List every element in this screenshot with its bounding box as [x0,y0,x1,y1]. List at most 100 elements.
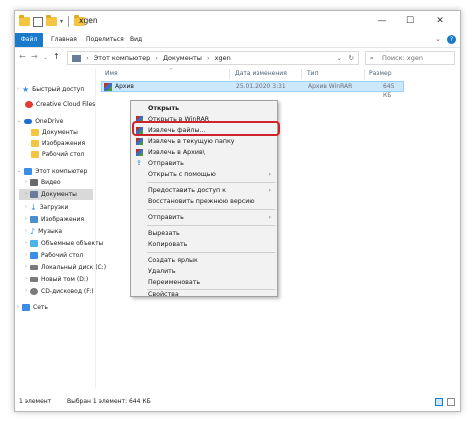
menu-item-properties[interactable]: Свойства [131,289,277,300]
chevron-right-icon[interactable]: › [25,189,27,200]
breadcrumb-documents[interactable]: Документы [163,54,202,62]
menu-separator [147,252,275,253]
breadcrumb-separator: › [86,54,89,62]
file-date: 25.01.2020 3:31 [236,83,286,90]
chevron-down-icon[interactable]: ⌄ [17,116,21,127]
forward-icon[interactable]: → [31,52,38,61]
large-icons-view-icon[interactable] [447,398,455,406]
computer-icon [24,168,33,175]
menu-item-create-shortcut[interactable]: Создать ярлык [131,255,277,266]
details-view-icon[interactable] [435,398,443,406]
recent-locations-icon[interactable]: ⌄ [43,54,48,61]
folder-icon [31,140,39,147]
close-button[interactable]: ✕ [429,11,451,31]
sidebar-item-creative-cloud[interactable]: Creative Cloud Files [25,99,95,110]
back-icon[interactable]: ← [19,52,26,61]
sidebar-item-drive-c[interactable]: › Локальный диск (C:) [25,262,106,273]
up-icon[interactable]: ↑ [53,52,60,61]
file-size: 645 КБ [383,83,395,99]
column-divider[interactable] [301,69,302,79]
sidebar-item-label: Creative Cloud Files [36,101,96,108]
menu-item-open[interactable]: Открыть [131,103,277,114]
sidebar-item-cd-drive[interactable]: › CD-дисковод (F:) [25,286,94,297]
minimize-button[interactable]: — [371,11,393,31]
refresh-icon[interactable]: ↻ [349,52,354,64]
sidebar-item-onedrive-documents[interactable]: Документы [31,127,78,138]
breadcrumb-this-pc[interactable]: Этот компьютер [94,54,150,62]
column-header-type[interactable]: Тип [307,67,319,80]
tab-home[interactable]: Главная [51,33,77,47]
address-bar[interactable]: › Этот компьютер › Документы › xgen ⌄ ↻ [67,51,359,65]
sidebar-item-label: Быстрый доступ [32,86,85,93]
sidebar-item-network[interactable]: › Сеть [17,302,48,313]
folder-icon [19,15,30,26]
menu-item-send-to[interactable]: Отправить › [131,212,277,223]
menu-item-grant-access[interactable]: Предоставить доступ к › [131,185,277,196]
breadcrumb-xgen[interactable]: xgen [215,54,231,62]
sidebar-item-label: Сеть [33,304,48,311]
submenu-arrow-icon: › [268,171,271,178]
sidebar-item-3d-objects[interactable]: › Объемные объекты [25,238,103,249]
file-row[interactable]: Архив 25.01.2020 3:31 Архив WinRAR 645 К… [101,81,404,99]
menu-item-restore-previous[interactable]: Восстановить прежнюю версию [131,196,277,207]
pane-divider[interactable] [95,69,96,389]
sidebar-item-this-pc[interactable]: ⌄ Этот компьютер [17,166,87,177]
sidebar-item-pictures[interactable]: › Изображения [25,214,84,225]
column-divider[interactable] [229,69,230,79]
chevron-right-icon[interactable]: › [17,84,19,95]
chevron-right-icon[interactable]: › [25,274,27,285]
column-divider[interactable] [364,69,365,79]
chevron-right-icon[interactable]: › [25,262,27,273]
tab-view[interactable]: Вид [130,33,142,47]
menu-item-open-with[interactable]: Открыть с помощью › [131,169,277,180]
column-header-date[interactable]: Дата изменения [235,67,287,80]
menu-item-rename[interactable]: Переименовать [131,277,277,288]
pictures-icon [30,216,38,223]
tab-file[interactable]: Файл [15,33,43,47]
sidebar-item-video[interactable]: › Видео [25,177,91,188]
chevron-right-icon[interactable]: › [25,226,27,237]
drive-icon [30,277,38,282]
sidebar-item-quick-access[interactable]: › ★ Быстрый доступ [17,84,84,95]
sidebar-item-desktop[interactable]: › Рабочий стол [25,250,83,261]
help-icon[interactable]: ? [447,35,456,44]
chevron-right-icon[interactable]: › [25,238,27,249]
sidebar-item-onedrive-pictures[interactable]: Изображения [31,138,85,149]
menu-item-extract-here[interactable]: Извлечь в текущую папку [131,136,277,147]
address-dropdown-icon[interactable]: ⌄ [337,52,342,64]
chevron-right-icon[interactable]: › [25,286,27,297]
tab-share[interactable]: Поделиться [86,33,124,47]
sidebar-item-onedrive-desktop[interactable]: Рабочий стол [31,149,84,160]
chevron-right-icon[interactable]: › [25,177,27,188]
new-folder-quick-icon[interactable] [46,15,57,26]
title-bar: ▾ xgen — ☐ ✕ [15,11,460,33]
sidebar-item-documents[interactable]: › Документы [19,189,93,200]
menu-item-cut[interactable]: Вырезать [131,228,277,239]
menu-item-copy[interactable]: Копировать [131,239,277,250]
share-icon: ⇪ [136,159,142,167]
chevron-right-icon[interactable]: › [25,202,27,213]
menu-item-delete[interactable]: Удалить [131,266,277,277]
breadcrumb-separator: › [155,54,158,62]
chevron-right-icon[interactable]: › [17,302,19,313]
sidebar-item-drive-d[interactable]: › Новый том (D:) [25,274,88,285]
chevron-down-icon[interactable]: ⌄ [17,166,21,177]
chevron-right-icon[interactable]: › [25,250,27,261]
column-header-size[interactable]: Размер [369,67,392,80]
sidebar-item-label: Новый том (D:) [41,276,89,283]
sidebar-item-music[interactable]: › ♪ Музыка [25,226,62,237]
sidebar-item-label: Загрузки [39,204,69,211]
search-input[interactable]: ⌕ Поиск: xgen [365,51,455,65]
sidebar-item-onedrive[interactable]: ⌄ OneDrive [17,116,63,127]
sidebar-item-downloads[interactable]: › ↓ Загрузки [25,202,68,213]
navigation-bar: ← → ⌄ ↑ › Этот компьютер › Документы › x… [15,48,460,68]
expand-ribbon-icon[interactable]: ⌄ [435,35,441,43]
sidebar-item-label: Изображения [42,140,86,147]
menu-item-send[interactable]: ⇪ Отправить [131,158,277,169]
column-header-name[interactable]: Имя [105,67,118,80]
chevron-right-icon[interactable]: › [25,214,27,225]
maximize-button[interactable]: ☐ [399,11,421,31]
menu-item-extract-to-folder[interactable]: Извлечь в Архив\ [131,147,277,158]
customize-quick-access-icon[interactable]: ▾ [60,18,63,25]
properties-quick-icon[interactable] [33,16,43,27]
